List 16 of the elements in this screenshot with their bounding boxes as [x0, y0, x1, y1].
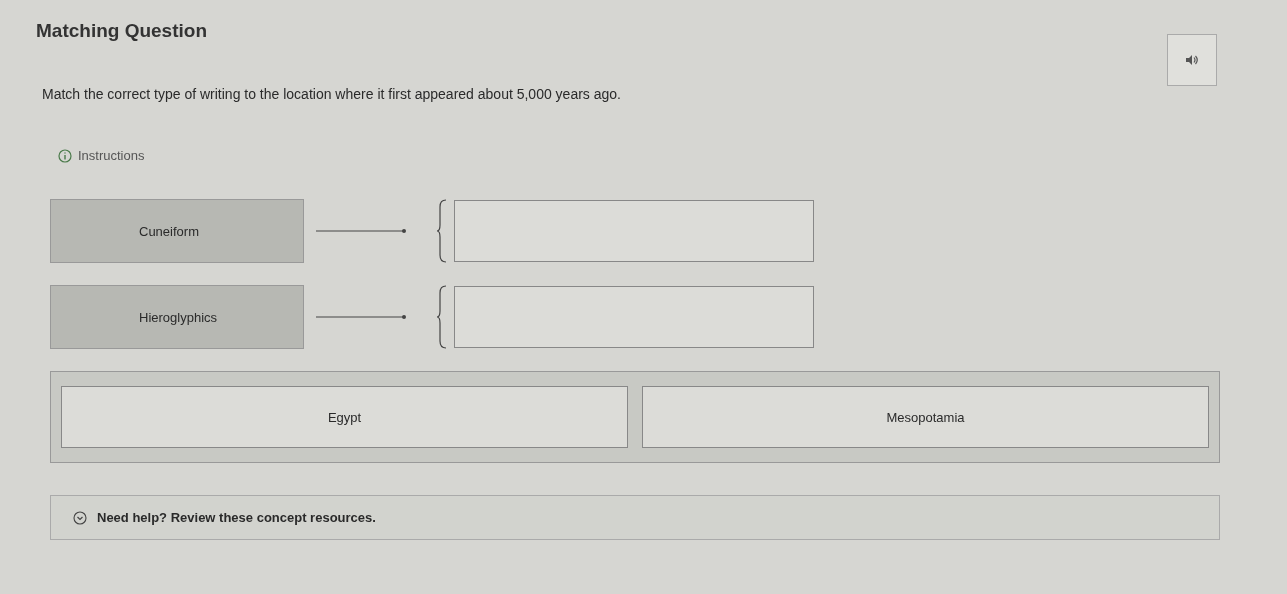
drop-zone[interactable] [454, 200, 814, 262]
answer-card[interactable]: Mesopotamia [642, 386, 1209, 448]
help-link[interactable]: Need help? Review these concept resources. [97, 510, 376, 525]
brace-icon [436, 199, 448, 263]
brace-icon [436, 285, 448, 349]
speaker-icon [1185, 53, 1199, 67]
instructions-link[interactable]: Instructions [78, 148, 145, 163]
term-card[interactable]: Cuneiform [50, 199, 304, 263]
term-card[interactable]: Hieroglyphics [50, 285, 304, 349]
question-title: Matching Question [36, 20, 208, 42]
answer-card[interactable]: Egypt [61, 386, 628, 448]
read-aloud-button[interactable] [1167, 34, 1217, 86]
info-icon [58, 148, 72, 163]
drop-zone[interactable] [454, 286, 814, 348]
chevron-down-icon[interactable] [73, 510, 87, 525]
question-prompt: Match the correct type of writing to the location where it first appeared about 5,000 years ago. [42, 86, 621, 102]
